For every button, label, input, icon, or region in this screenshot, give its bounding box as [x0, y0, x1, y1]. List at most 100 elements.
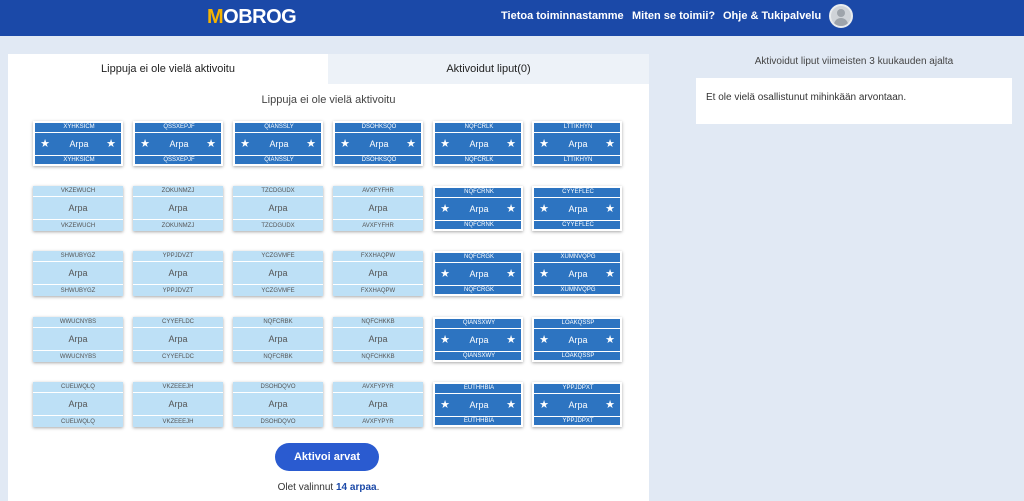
lottery-ticket[interactable]: AVXFYFHR★Arpa★AVXFYFHR	[333, 186, 423, 231]
ticket-divider	[435, 393, 521, 394]
ticket-divider	[33, 350, 123, 351]
ticket-code-bottom: VKZEEEJH	[162, 419, 194, 425]
no-participation-message: Et ole vielä osallistunut mihinkään arvo…	[706, 92, 907, 103]
star-icon: ★	[206, 138, 216, 150]
ticket-code-top: NQFCRLK	[464, 124, 494, 130]
ticket-divider	[233, 415, 323, 416]
ticket-code-top: YCZGVMFE	[261, 253, 295, 259]
ticket-divider	[333, 392, 423, 393]
ticket-divider	[333, 350, 423, 351]
avatar-head-icon	[837, 9, 845, 17]
ticket-divider	[233, 219, 323, 220]
lottery-ticket[interactable]: ZOKUNMZJ★Arpa★ZOKUNMZJ	[133, 186, 223, 231]
ticket-divider	[435, 328, 521, 329]
star-icon: ★	[506, 203, 516, 215]
ticket-code-top: SHWUBYGZ	[60, 253, 96, 259]
lottery-ticket[interactable]: TZCDGUDX★Arpa★TZCDGUDX	[233, 186, 323, 231]
lottery-ticket[interactable]: YCZGVMFE★Arpa★YCZGVMFE	[233, 251, 323, 296]
ticket-code-bottom: LTTIKHYN	[563, 157, 593, 163]
mobrog-logo[interactable]: MOBROG	[207, 6, 297, 28]
nav-link-how-it-works[interactable]: Miten se toimii?	[632, 10, 715, 22]
lottery-ticket[interactable]: QIANSSLY ★ Arpa ★ QIANSSLY	[233, 121, 323, 166]
ticket-code-top: VKZEEEJH	[162, 384, 194, 390]
ticket-divider	[435, 132, 521, 133]
activated-history-box: Et ole vielä osallistunut mihinkään arvo…	[696, 78, 1012, 124]
ticket-label: Arpa	[168, 399, 188, 409]
ticket-label: Arpa	[168, 334, 188, 344]
star-icon: ★	[605, 203, 615, 215]
star-icon: ★	[506, 334, 516, 346]
lottery-ticket[interactable]: QIANSXWY ★ Arpa ★ QIANSXWY	[433, 317, 523, 362]
ticket-code-top: FXXHAQPW	[360, 253, 396, 259]
user-avatar[interactable]	[829, 4, 853, 28]
ticket-code-bottom: LOAKQSSP	[561, 353, 595, 359]
ticket-code-top: YPPJDPXT	[562, 385, 594, 391]
ticket-code-top: XUMNVQPG	[560, 254, 596, 260]
ticket-code-bottom: NQFCRNK	[464, 222, 494, 228]
ticket-code-top: AVXFYFHR	[362, 188, 394, 194]
lottery-ticket[interactable]: NQFCHKKB★Arpa★NQFCHKKB	[333, 317, 423, 362]
ticket-code-bottom: ZOKUNMZJ	[161, 223, 195, 229]
lottery-ticket[interactable]: VKZEEEJH★Arpa★VKZEEEJH	[133, 382, 223, 427]
top-navigation-bar: MOBROG Tietoa toiminnastamme Miten se to…	[0, 0, 1024, 36]
lottery-ticket[interactable]: CUELWQLQ★Arpa★CUELWQLQ	[33, 382, 123, 427]
lottery-ticket[interactable]: CYYEFLDC★Arpa★CYYEFLDC	[133, 317, 223, 362]
activate-tickets-button[interactable]: Aktivoi arvat	[275, 443, 379, 471]
ticket-divider	[435, 262, 521, 263]
section-title: Lippuja ei ole vielä aktivoitu	[261, 94, 396, 106]
lottery-ticket[interactable]: LTTIKHYN ★ Arpa ★ LTTIKHYN	[532, 121, 622, 166]
ticket-code-bottom: QSSXEPJF	[163, 157, 195, 163]
lottery-ticket[interactable]: SHWUBYGZ★Arpa★SHWUBYGZ	[33, 251, 123, 296]
ticket-code-top: AVXFYPYR	[362, 384, 394, 390]
lottery-ticket[interactable]: CYYEFLEC ★ Arpa ★ CYYEFLEC	[532, 186, 622, 231]
ticket-code-bottom: NQFCRLK	[464, 157, 494, 163]
ticket-code-top: VKZEWUCH	[60, 188, 96, 194]
ticket-code-top: QSSXEPJF	[163, 124, 195, 130]
ticket-label: Arpa	[368, 203, 388, 213]
ticket-divider	[333, 284, 423, 285]
ticket-label: Arpa	[68, 334, 88, 344]
ticket-divider	[534, 328, 620, 329]
lottery-ticket[interactable]: LOAKQSSP ★ Arpa ★ LOAKQSSP	[532, 317, 622, 362]
lottery-ticket[interactable]: DSOHKSQO ★ Arpa ★ DSOHKSQO	[333, 121, 423, 166]
selection-summary: Olet valinnut 14 arpaa.	[277, 482, 380, 493]
lottery-ticket[interactable]: WWUCNYBS★Arpa★WWUCNYBS	[33, 317, 123, 362]
ticket-divider	[233, 261, 323, 262]
lottery-ticket[interactable]: XYHKSICM ★ Arpa ★ XYHKSICM	[33, 121, 123, 166]
ticket-code-bottom: VKZEWUCH	[60, 223, 96, 229]
lottery-ticket[interactable]: QSSXEPJF ★ Arpa ★ QSSXEPJF	[133, 121, 223, 166]
tab-activated[interactable]: Aktivoidut liput(0)	[328, 54, 649, 84]
lottery-ticket[interactable]: NQFCRGK ★ Arpa ★ NQFCRGK	[433, 251, 523, 296]
star-icon: ★	[506, 399, 516, 411]
lottery-ticket[interactable]: YPPJDPXT ★ Arpa ★ YPPJDPXT	[532, 382, 622, 427]
lottery-ticket[interactable]: EUTHHBIA ★ Arpa ★ EUTHHBIA	[433, 382, 523, 427]
lottery-ticket[interactable]: FXXHAQPW★Arpa★FXXHAQPW	[333, 251, 423, 296]
lottery-ticket[interactable]: VKZEWUCH★Arpa★VKZEWUCH	[33, 186, 123, 231]
ticket-code-bottom: YPPJDPXT	[562, 418, 594, 424]
ticket-divider	[33, 196, 123, 197]
nav-link-about[interactable]: Tietoa toiminnastamme	[501, 10, 624, 22]
lottery-ticket[interactable]: XUMNVQPG ★ Arpa ★ XUMNVQPG	[532, 251, 622, 296]
ticket-divider	[133, 196, 223, 197]
ticket-code-bottom: CYYEFLDC	[161, 354, 194, 360]
lottery-ticket[interactable]: AVXFYPYR★Arpa★AVXFYPYR	[333, 382, 423, 427]
nav-link-help-support[interactable]: Ohje & Tukipalvelu	[723, 10, 821, 22]
ticket-divider	[133, 327, 223, 328]
ticket-divider	[133, 219, 223, 220]
ticket-code-bottom: SHWUBYGZ	[60, 288, 96, 294]
star-icon: ★	[605, 138, 615, 150]
lottery-ticket[interactable]: NQFCRBK★Arpa★NQFCRBK	[233, 317, 323, 362]
lottery-ticket[interactable]: YPPJDVZT★Arpa★YPPJDVZT	[133, 251, 223, 296]
ticket-label: Arpa	[268, 203, 288, 213]
star-icon: ★	[605, 268, 615, 280]
ticket-label: Arpa	[368, 399, 388, 409]
ticket-code-bottom: CUELWQLQ	[61, 419, 95, 425]
ticket-divider	[33, 327, 123, 328]
lottery-ticket[interactable]: NQFCRNK ★ Arpa ★ NQFCRNK	[433, 186, 523, 231]
ticket-divider	[33, 219, 123, 220]
lottery-ticket[interactable]: NQFCRLK ★ Arpa ★ NQFCRLK	[433, 121, 523, 166]
ticket-code-top: QIANSSLY	[264, 124, 294, 130]
ticket-divider	[133, 350, 223, 351]
lottery-ticket[interactable]: DSOHDQVO★Arpa★DSOHDQVO	[233, 382, 323, 427]
tab-not-activated[interactable]: Lippuja ei ole vielä aktivoitu	[8, 54, 328, 84]
